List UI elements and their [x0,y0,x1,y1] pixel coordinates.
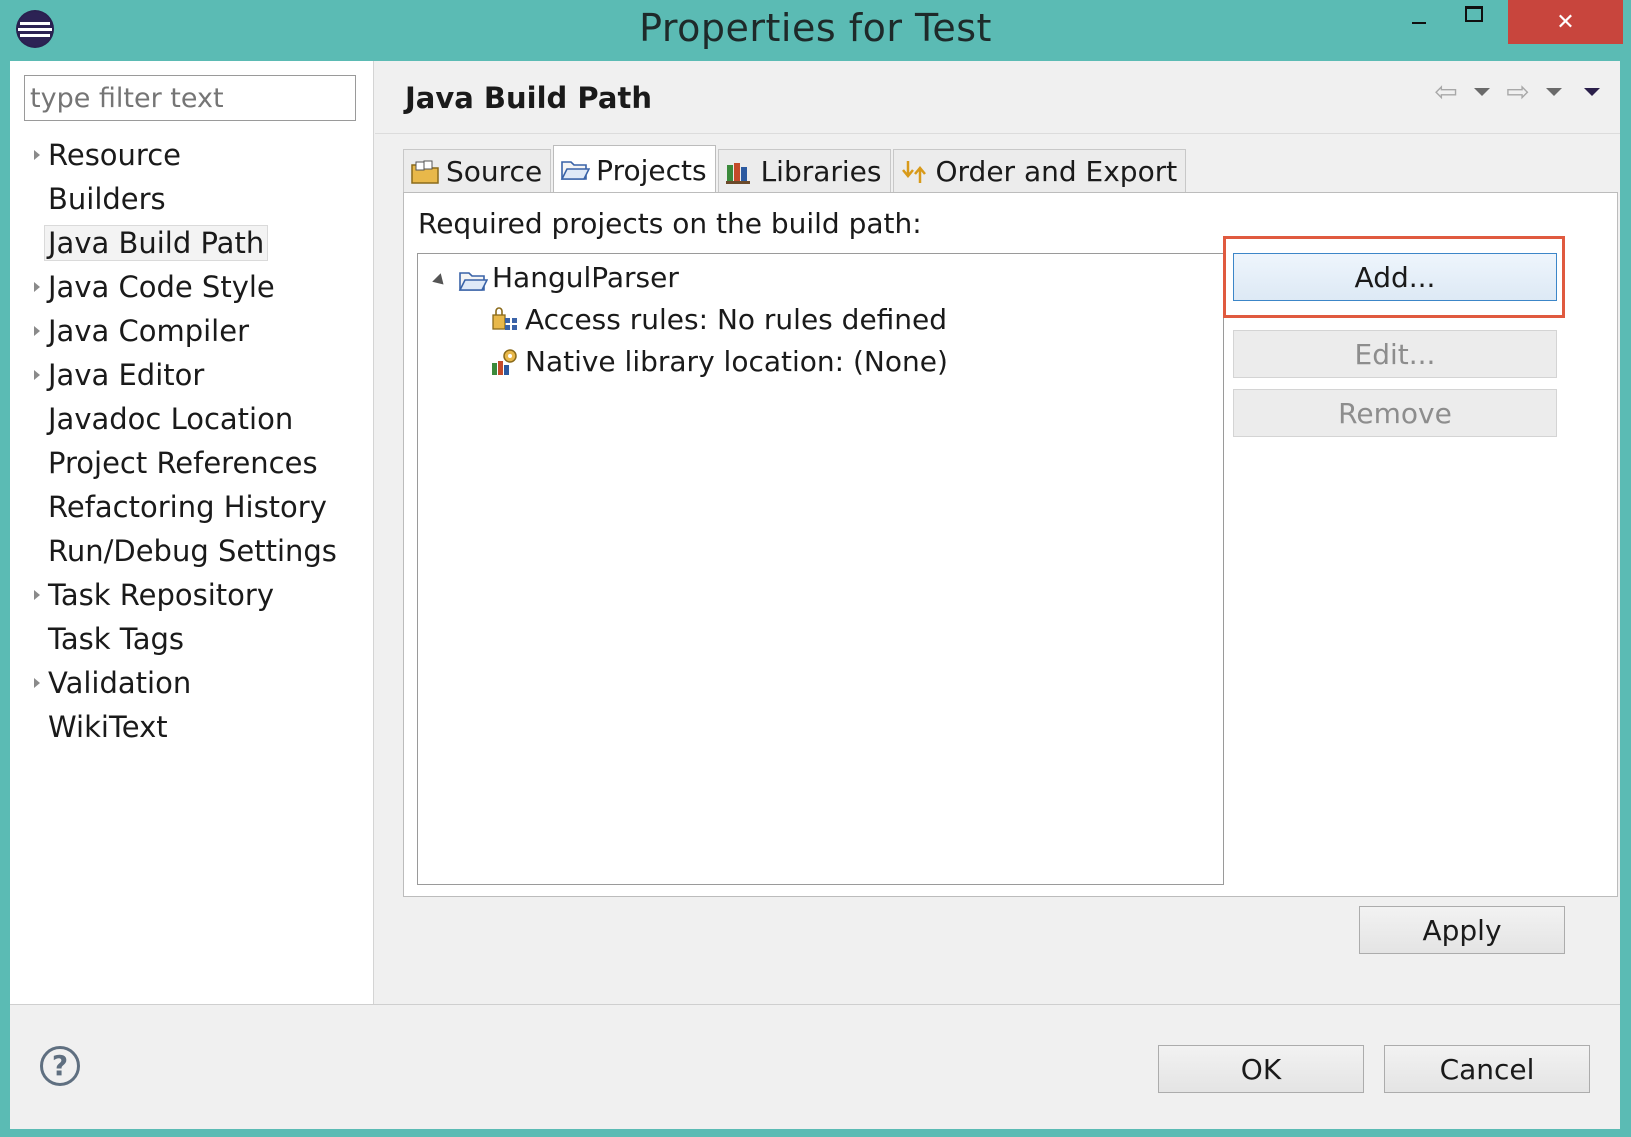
expand-arrow-icon[interactable] [34,282,40,292]
cancel-button[interactable]: Cancel [1384,1045,1590,1093]
tree-item-java-compiler[interactable]: Java Compiler [10,309,374,353]
tab-label: Order and Export [935,155,1178,188]
tree-item-label: Java Editor [48,358,205,392]
tree-item-project-references[interactable]: Project References [10,441,374,485]
access-rules-icon [490,305,520,346]
ok-button[interactable]: OK [1158,1045,1364,1093]
right-panel: Java Build Path ⇦ ⇨ Source Projects Libr… [375,61,1620,1004]
tab-projects[interactable]: Projects [553,145,716,194]
forward-arrow-icon[interactable]: ⇨ [1504,78,1532,106]
tree-item-run-debug-settings[interactable]: Run/Debug Settings [10,529,374,573]
tree-item-resource[interactable]: Resource [10,133,374,177]
window-title: Properties for Test [639,6,992,50]
required-projects-label: Required projects on the build path: [418,207,922,240]
tree-item-label: Refactoring History [48,490,327,524]
libraries-icon [725,159,755,185]
back-arrow-icon[interactable]: ⇦ [1432,78,1460,106]
tab-label: Source [446,155,543,188]
title-bar[interactable]: Properties for Test ✕ [0,0,1631,60]
native-library-icon [490,347,520,388]
page-title: Java Build Path [405,81,652,115]
help-icon[interactable]: ? [40,1046,80,1086]
tree-item-label: Task Repository [48,578,275,612]
projects-folder-icon [560,157,591,183]
page-nav: ⇦ ⇨ [1432,78,1600,106]
tree-item-label: Builders [48,182,166,216]
tree-item-label: Java Build Path [44,225,269,261]
projects-tab-panel: Required projects on the build path: Han… [403,192,1618,897]
expand-arrow-icon[interactable] [34,590,40,600]
tab-label: Projects [596,153,707,187]
list-item-project[interactable]: HangulParser [418,258,1218,298]
tree-item-java-editor[interactable]: Java Editor [10,353,374,397]
view-menu-icon[interactable] [1584,88,1600,96]
expand-arrow-icon[interactable] [34,150,40,160]
tree-item-label: Java Code Style [48,270,275,304]
tree-item-task-tags[interactable]: Task Tags [10,617,374,661]
side-button-column: Add... Edit... Remove [1223,236,1565,437]
remove-button[interactable]: Remove [1233,389,1557,437]
forward-dropdown-icon[interactable] [1546,88,1562,96]
tree-item-refactoring-history[interactable]: Refactoring History [10,485,374,529]
required-projects-list[interactable]: HangulParser Access rules: No rules defi… [417,253,1224,885]
tree-item-label: Run/Debug Settings [48,534,337,568]
collapse-arrow-icon[interactable] [432,273,448,289]
project-name: HangulParser [492,261,679,294]
tab-source[interactable]: Source [403,149,552,193]
expand-arrow-icon[interactable] [34,678,40,688]
tree-item-java-code-style[interactable]: Java Code Style [10,265,374,309]
expand-arrow-icon[interactable] [34,326,40,336]
maximize-button[interactable] [1443,0,1505,44]
filter-input[interactable] [24,75,356,121]
tree-item-wikitext[interactable]: WikiText [10,705,374,749]
minimize-button[interactable] [1388,0,1450,44]
order-export-icon [900,159,930,185]
close-icon: ✕ [1556,9,1575,35]
tree-item-java-build-path[interactable]: Java Build Path [10,221,374,265]
list-item-access-rules[interactable]: Access rules: No rules defined [418,300,1218,340]
header-divider [375,133,1620,134]
tab-libraries[interactable]: Libraries [717,149,891,193]
tab-order-and-export[interactable]: Order and Export [892,149,1187,193]
tree-item-label: Project References [48,446,318,480]
expand-arrow-icon[interactable] [34,370,40,380]
tree-item-task-repository[interactable]: Task Repository [10,573,374,617]
apply-button[interactable]: Apply [1359,906,1565,954]
back-dropdown-icon[interactable] [1474,88,1490,96]
tree-item-label: Task Tags [48,622,185,656]
tree-item-label: Javadoc Location [48,402,294,436]
source-folder-icon [410,159,440,185]
project-folder-icon [458,265,489,305]
properties-window: Properties for Test ✕ Resource Builders … [0,0,1631,1137]
tree-item-validation[interactable]: Validation [10,661,374,705]
native-library-label: Native library location: (None) [525,345,948,378]
tab-bar: Source Projects Libraries Order and Expo… [403,145,1188,194]
close-button[interactable]: ✕ [1508,0,1623,44]
tree-item-label: WikiText [48,710,168,744]
list-item-native-library[interactable]: Native library location: (None) [418,342,1218,382]
tree-item-label: Java Compiler [48,314,250,348]
left-panel: Resource Builders Java Build Path Java C… [10,61,374,1004]
dialog-body: Resource Builders Java Build Path Java C… [10,61,1620,1129]
add-button-highlight [1223,236,1565,318]
property-tree: Resource Builders Java Build Path Java C… [10,133,374,749]
edit-button[interactable]: Edit... [1233,330,1557,378]
access-rules-label: Access rules: No rules defined [525,303,948,336]
tree-item-javadoc-location[interactable]: Javadoc Location [10,397,374,441]
tree-item-builders[interactable]: Builders [10,177,374,221]
tab-label: Libraries [760,155,882,188]
footer-divider [10,1004,1620,1005]
tree-item-label: Resource [48,138,181,172]
tree-item-label: Validation [48,666,192,700]
